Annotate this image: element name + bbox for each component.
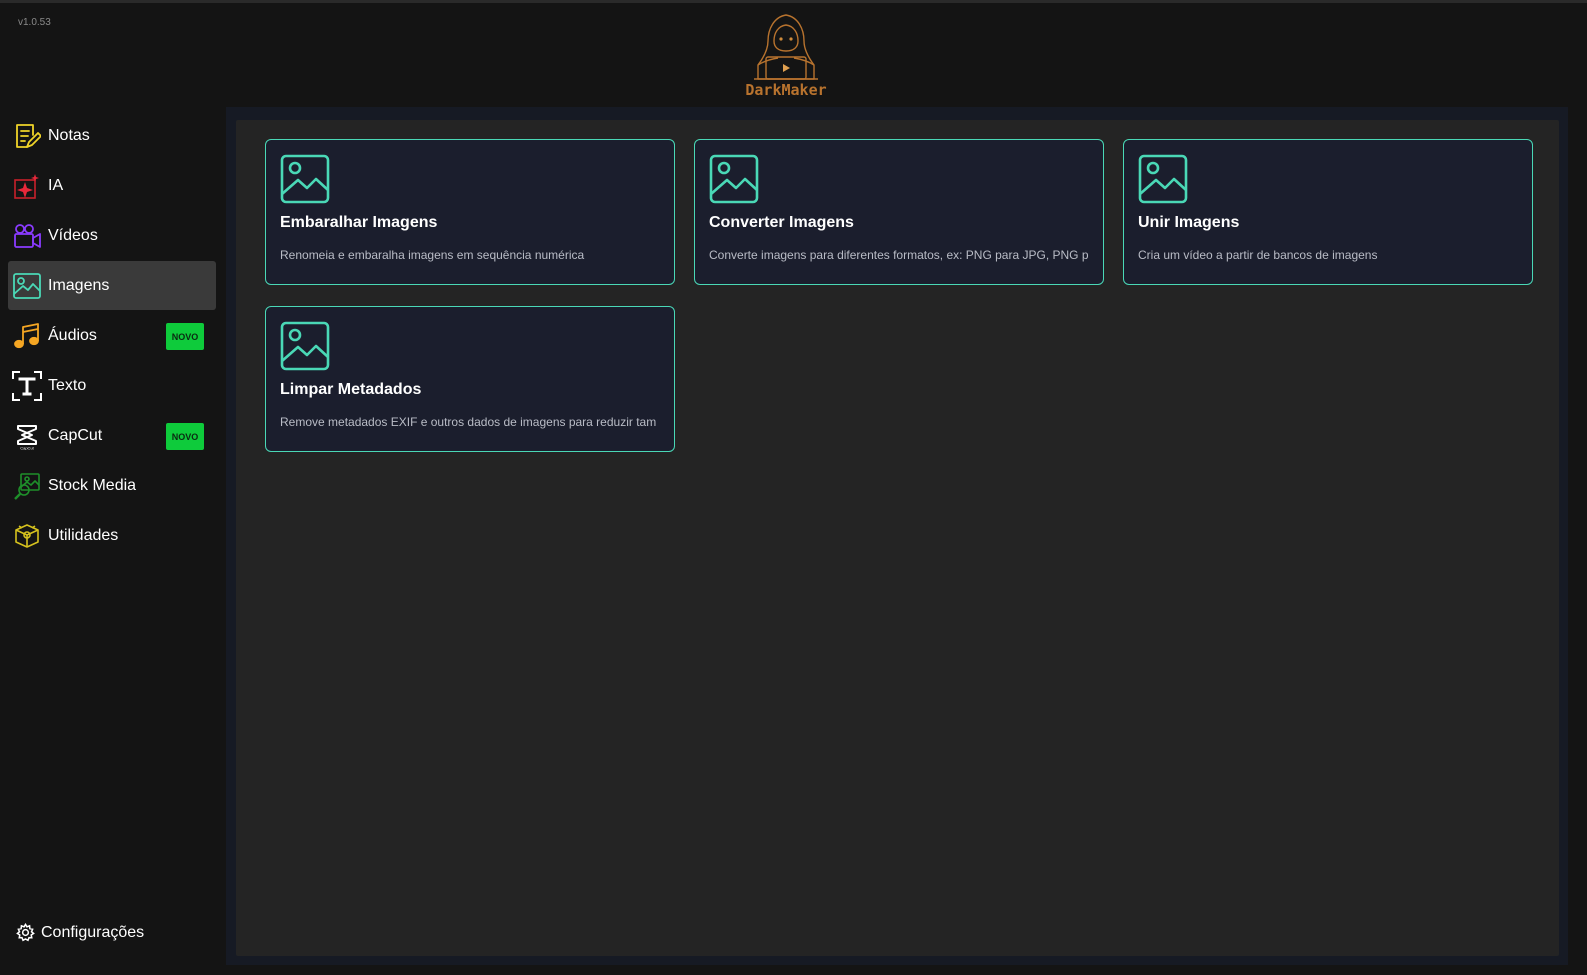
video-camera-icon xyxy=(12,221,42,251)
sidebar-item-texto[interactable]: Texto xyxy=(8,361,216,410)
sidebar-item-label: Stock Media xyxy=(48,476,137,494)
image-icon xyxy=(280,154,330,204)
sparkle-icon xyxy=(12,171,42,201)
card-embaralhar-imagens[interactable]: Embaralhar Imagens Renomeia e embaralha … xyxy=(265,139,675,285)
settings-label: Configurações xyxy=(41,923,145,941)
sidebar: Notas IA Vídeos Imagens Áudios NOVO Text… xyxy=(0,111,226,975)
sidebar-item-label: Imagens xyxy=(48,276,110,294)
card-limpar-metadados[interactable]: Limpar Metadados Remove metadados EXIF e… xyxy=(265,306,675,452)
stock-media-icon xyxy=(12,471,42,501)
app-window: v1.0.53 DarkMaker Notas IA Vídeos Imagen… xyxy=(0,0,1587,975)
svg-text:CapCut: CapCut xyxy=(20,445,34,450)
sidebar-item-label: Áudios xyxy=(48,326,97,344)
music-note-icon xyxy=(12,321,42,351)
hooded-hacker-icon xyxy=(754,14,818,80)
card-title: Converter Imagens xyxy=(709,214,854,231)
sidebar-item-label: IA xyxy=(48,176,64,194)
main-content: Embaralhar Imagens Renomeia e embaralha … xyxy=(236,120,1559,956)
notes-icon xyxy=(12,121,42,151)
gear-icon xyxy=(16,923,35,942)
card-title: Embaralhar Imagens xyxy=(280,214,438,231)
image-icon xyxy=(1138,154,1188,204)
settings-button[interactable]: Configurações xyxy=(16,923,144,942)
new-badge: NOVO xyxy=(166,323,204,350)
darkmaker-logo: DarkMaker xyxy=(734,13,838,105)
sidebar-item-ia[interactable]: IA xyxy=(8,161,216,210)
image-icon xyxy=(12,271,42,301)
sidebar-item-notas[interactable]: Notas xyxy=(8,111,216,160)
card-description: Renomeia e embaralha imagens em sequênci… xyxy=(280,248,585,262)
sidebar-item-label: Vídeos xyxy=(48,226,98,244)
sidebar-item-label: CapCut xyxy=(48,426,103,444)
sidebar-item-label: Utilidades xyxy=(48,526,119,544)
image-icon xyxy=(280,321,330,371)
card-title: Limpar Metadados xyxy=(280,381,422,398)
sidebar-item-videos[interactable]: Vídeos xyxy=(8,211,216,260)
logo-text: DarkMaker xyxy=(745,81,827,99)
card-description: Remove metadados EXIF e outros dados de … xyxy=(280,415,657,429)
text-icon xyxy=(12,370,42,401)
sidebar-item-audios[interactable]: Áudios NOVO xyxy=(8,311,216,360)
sidebar-item-capcut[interactable]: CapCut CapCut NOVO xyxy=(8,411,216,460)
utilities-icon xyxy=(12,521,42,551)
card-converter-imagens[interactable]: Converter Imagens Converte imagens para … xyxy=(694,139,1104,285)
sidebar-item-imagens[interactable]: Imagens xyxy=(8,261,216,310)
version-label: v1.0.53 xyxy=(18,17,51,28)
image-icon xyxy=(709,154,759,204)
capcut-icon: CapCut xyxy=(12,421,42,451)
card-unir-imagens[interactable]: Unir Imagens Cria um vídeo a partir de b… xyxy=(1123,139,1533,285)
sidebar-item-utilidades[interactable]: Utilidades xyxy=(8,511,216,560)
sidebar-item-stock-media[interactable]: Stock Media xyxy=(8,461,216,510)
sidebar-item-label: Notas xyxy=(48,126,90,144)
new-badge: NOVO xyxy=(166,423,204,450)
card-title: Unir Imagens xyxy=(1138,214,1240,231)
card-description: Converte imagens para diferentes formato… xyxy=(709,248,1089,262)
sidebar-item-label: Texto xyxy=(48,376,87,394)
card-description: Cria um vídeo a partir de bancos de imag… xyxy=(1138,248,1378,262)
